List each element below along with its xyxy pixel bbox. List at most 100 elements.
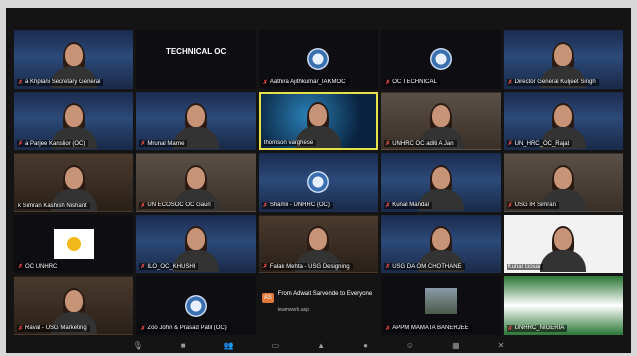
participant-name: APPM MAMATA BANERJEE [392, 325, 469, 332]
participant-tile[interactable]: ✗ APPM MAMATA BANERJEE [381, 276, 501, 335]
muted-mic-icon: ✗ [385, 264, 391, 271]
participant-name-label: ✗ a Parjee Kanslior (OC) [17, 140, 89, 148]
participant-name-label: ✗ Shamli - UNHRC (OC) [261, 201, 333, 209]
participant-name-label: ✗ Director General Kuljeet Singh [506, 78, 599, 86]
un-emblem-icon [185, 294, 208, 317]
participant-tile[interactable]: ✗ Shamli - UNHRC (OC) [258, 153, 379, 212]
participant-name-label: ✗ a Khplani Secretary General [17, 78, 104, 86]
participant-tile[interactable]: TECHNICAL OC [136, 30, 256, 89]
muted-mic-icon: ✗ [18, 141, 24, 148]
participant-name: OC UNHRC [25, 263, 58, 270]
participant-name: Falak Mehta - USG Designing [269, 263, 350, 270]
muted-mic-icon: ✗ [507, 79, 513, 86]
un-emblem-icon [307, 171, 330, 194]
participant-name-label: ✗ USG IR Simran [506, 201, 559, 209]
participant-tile[interactable]: ✗ Zoo John & Prasad Patil (OC) [136, 276, 256, 335]
muted-mic-icon: ✗ [385, 141, 391, 148]
participant-tile[interactable]: ✗ Aathira Ajithkumar_IAKMOC [258, 30, 379, 89]
participant-tile[interactable]: ✗ UN_HRC_OC_Rajat [503, 91, 623, 151]
participant-tile[interactable]: ✗ OC TECHNICAL [381, 30, 501, 89]
participant-tile[interactable]: ✗ USG IR Simran [503, 153, 623, 212]
video-grid: ✗ a Khplani Secretary General TECHNICAL OC… [14, 30, 623, 335]
participant-name-label: k Simran Kashish Nishant [17, 202, 90, 209]
participant-name-label: ✗ UN_HRC_OC_Rajat [506, 140, 573, 148]
un-emblem-icon [429, 48, 452, 71]
participant-tile[interactable]: k Simran Kashish Nishant [14, 153, 134, 212]
participant-name-label: ✗ UN ECOSOC OC Gauri [139, 201, 214, 209]
participant-name: USG IR Simran [514, 202, 556, 209]
participant-name: UNHRC OC aditi A Jan [392, 140, 454, 147]
participant-name-label: ✗ Aathira Ajithkumar_IAKMOC [261, 78, 349, 86]
participant-tile[interactable]: ✗ a Parjee Kanslior (OC) [14, 91, 134, 151]
participant-name-label: ✗ UNHRC_NIGERIA [506, 324, 568, 332]
share-icon[interactable]: ▲ [317, 341, 325, 350]
participant-tile[interactable]: ✗ OC UNHRC [14, 214, 134, 274]
un-emblem-icon [307, 48, 330, 71]
sender-avatar: AS [261, 293, 274, 304]
participant-name: UN_HRC_OC_Rajat [514, 140, 570, 147]
participant-name: k Simran Kashish Nishant [18, 202, 87, 209]
participant-name: Zoo John & Prasad Patil (OC) [147, 325, 227, 332]
participant-tile[interactable]: ✗ Falak Mehta - USG Designing [258, 214, 379, 274]
participant-tile[interactable]: AS From Adwait Sarvende to Everyone teamwo… [258, 276, 379, 335]
participant-name-label: Kunal Gosai [506, 264, 544, 271]
participant-tile[interactable]: ✗ ILO_OC_KHUSHI [136, 214, 256, 274]
participant-video [540, 226, 587, 273]
muted-mic-icon: ✗ [140, 141, 146, 148]
apps-icon[interactable]: ▦ [452, 341, 460, 350]
participant-tile[interactable]: ✗ USG DA OM CHOTHANE [381, 214, 501, 274]
participant-name-label: ✗ Zoo John & Prasad Patil (OC) [139, 324, 230, 332]
muted-mic-icon: ✗ [140, 202, 146, 209]
participant-name-label: ✗ OC TECHNICAL [384, 78, 440, 86]
participant-name: USG DA OM CHOTHANE [392, 263, 462, 270]
participant-tile[interactable]: ✗ Kunal Mandal [381, 153, 501, 212]
chat-notification-message[interactable]: teamwork.asp [278, 307, 309, 313]
muted-mic-icon: ✗ [18, 264, 24, 271]
profile-picture [424, 287, 457, 314]
muted-mic-icon: ✗ [507, 202, 513, 209]
participant-name: a Khplani Secretary General [25, 79, 101, 86]
chat-icon[interactable]: ▭ [272, 341, 280, 350]
participant-tile[interactable]: ✗ Mrunal Marne [136, 91, 256, 151]
participant-tile[interactable]: ✗ a Khplani Secretary General [14, 30, 134, 89]
muted-mic-icon: ✗ [385, 325, 391, 332]
participant-tile[interactable]: Kunal Gosai [503, 214, 623, 274]
video-icon[interactable]: ■ [181, 341, 186, 350]
participant-name-label: ✗ Falak Mehta - USG Designing [261, 263, 353, 271]
participant-name: a Parjee Kanslior (OC) [25, 140, 86, 147]
participant-name: Kunal Mandal [392, 202, 429, 209]
record-icon[interactable]: ● [363, 341, 368, 350]
participant-tile[interactable]: ✗ UN ECOSOC OC Gauri [136, 153, 256, 212]
muted-mic-icon: ✗ [140, 325, 146, 332]
participant-tile[interactable]: ✗ UNHRC_NIGERIA [503, 276, 623, 335]
muted-mic-icon: ✗ [140, 264, 146, 271]
participant-name: Mrunal Marne [147, 140, 185, 147]
participant-name: ILO_OC_KHUSHI [147, 263, 196, 270]
participant-name-label: thomson varghese [262, 140, 317, 147]
participant-tile[interactable]: ✗ UNHRC OC aditi A Jan [381, 91, 501, 151]
participant-name: Director General Kuljeet Singh [514, 79, 596, 86]
participant-tile[interactable]: thomson varghese [258, 91, 379, 151]
muted-mic-icon: ✗ [18, 325, 24, 332]
participant-name: thomson varghese [263, 140, 314, 147]
participant-name: OC TECHNICAL [392, 79, 437, 86]
participant-name: Kunal Gosai [507, 264, 541, 271]
reactions-icon[interactable]: ☺ [406, 341, 414, 350]
meeting-toolbar: 🎙 ■ 👥 ▭ ▲ ● ☺ ▦ ✕ [6, 337, 631, 353]
muted-mic-icon: ✗ [262, 202, 268, 209]
muted-mic-icon: ✗ [507, 325, 513, 332]
participants-icon[interactable]: 👥 [224, 341, 234, 350]
participant-name-label: ✗ Mrunal Marne [139, 140, 188, 148]
muted-mic-icon: ✗ [385, 79, 391, 86]
organization-logo-icon [53, 229, 94, 260]
participant-name: Raval - USG Marketing [25, 325, 87, 332]
chat-notification-sender[interactable]: From Adwait Sarvende to Everyone [278, 290, 377, 298]
participant-name-label: ✗ UNHRC OC aditi A Jan [384, 140, 457, 148]
end-icon[interactable]: ✕ [498, 341, 505, 350]
participant-display-name: TECHNICAL OC [165, 46, 227, 56]
participant-tile[interactable]: ✗ Director General Kuljeet Singh [503, 30, 623, 89]
mic-icon[interactable]: 🎙 [133, 341, 143, 350]
muted-mic-icon: ✗ [262, 264, 268, 271]
muted-mic-icon: ✗ [507, 141, 513, 148]
participant-tile[interactable]: ✗ Raval - USG Marketing [14, 276, 134, 335]
